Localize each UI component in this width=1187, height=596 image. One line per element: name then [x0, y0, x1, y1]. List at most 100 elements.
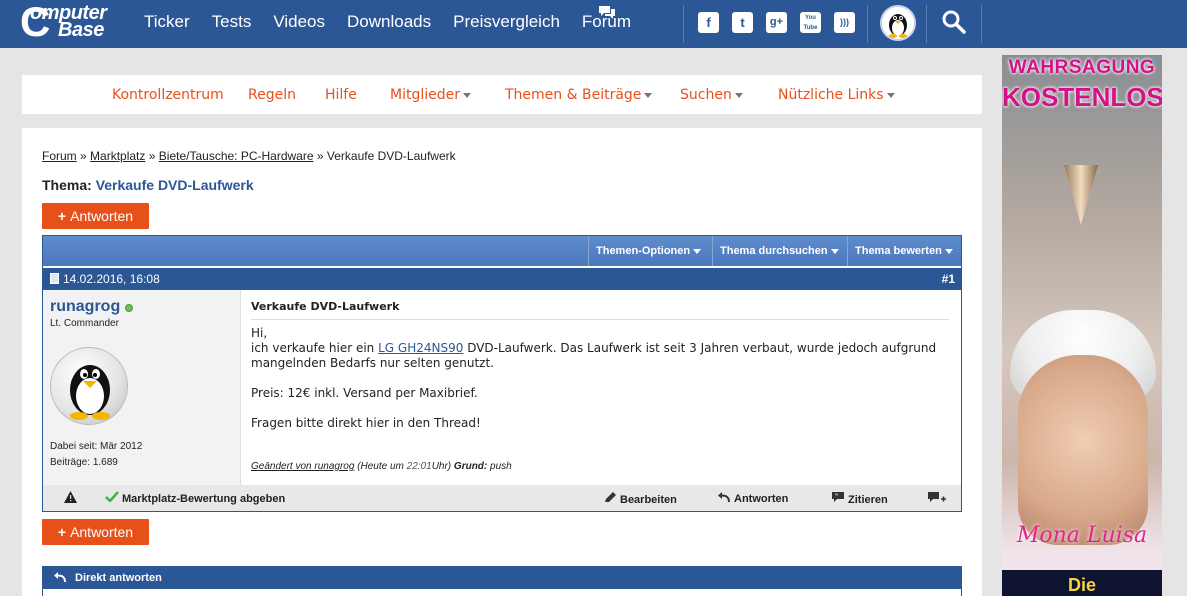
nav-videos[interactable]: Videos [273, 12, 325, 32]
post-header: 14.02.2016, 16:08 #1 [43, 268, 961, 290]
advertisement[interactable]: WAHRSAGUNG KOSTENLOS ✕ Mona Luisa Die [1002, 55, 1162, 596]
reply-arrow-icon [718, 492, 730, 502]
search-icon[interactable] [941, 9, 967, 35]
svg-text:": " [835, 493, 838, 500]
checkmark-icon [105, 491, 119, 502]
breadcrumb-separator: » [148, 149, 156, 163]
reply-button-top[interactable]: + Antworten [42, 203, 149, 229]
subnav-hilfe[interactable]: Hilfe [325, 87, 357, 103]
post-body: Verkaufe DVD-Laufwerk Hi, ich verkaufe h… [251, 290, 951, 485]
product-link[interactable]: LG GH24NS90 [378, 341, 463, 355]
header-divider [683, 5, 684, 43]
quick-reply-header[interactable]: Direkt antworten [43, 567, 961, 589]
edited-time-suffix: Uhr) [431, 461, 452, 472]
user-posts: Beiträge: 1.689 [50, 457, 118, 468]
edit-reason: push [490, 461, 512, 472]
breadcrumb-separator: » [316, 149, 324, 163]
computerbase-logo[interactable]: C omputer Base [20, 0, 122, 45]
plus-icon: + [57, 208, 67, 224]
online-status-icon [125, 304, 133, 312]
thread-rate-label: Thema bewerten [855, 245, 942, 257]
edit-label: Bearbeiten [620, 494, 677, 506]
reply-button-label: Antworten [70, 208, 134, 224]
post-number-link[interactable]: #1 [942, 268, 955, 290]
thread-search-label: Thema durchsuchen [720, 245, 828, 257]
pendulum-graphic [1064, 165, 1098, 225]
chevron-down-icon [734, 92, 743, 98]
post-questions: Fragen bitte direkt hier in den Thread! [251, 416, 481, 430]
thread-search-menu[interactable]: Thema durchsuchen [712, 236, 847, 266]
username-link[interactable]: runagrog [50, 298, 120, 316]
subnav-themen-label: Themen & Beiträge [505, 87, 642, 103]
edited-time: 22:01 [406, 461, 432, 472]
tux-icon [70, 365, 110, 420]
edited-time-prefix: (Heute um [357, 461, 404, 472]
user-avatar[interactable] [880, 5, 916, 41]
marketplace-rating-button[interactable]: Marktplatz-Bewertung abgeben [105, 491, 285, 505]
chevron-down-icon [463, 92, 471, 98]
header-divider [981, 5, 982, 43]
rating-label: Marktplatz-Bewertung abgeben [122, 493, 286, 505]
rss-icon[interactable]: ))) [834, 12, 855, 33]
document-icon [50, 273, 59, 284]
edit-reason-label: Grund: [453, 461, 488, 472]
thread-rate-menu[interactable]: Thema bewerten [847, 236, 961, 266]
nav-ticker[interactable]: Ticker [144, 12, 190, 32]
reply-post-button[interactable]: Antworten [717, 491, 788, 505]
thread-options-label: Themen-Optionen [596, 245, 691, 257]
google-plus-icon[interactable]: g+ [766, 12, 787, 33]
user-rank: Lt. Commander [50, 318, 119, 329]
chevron-down-icon [944, 248, 953, 254]
main-nav: Ticker Tests Videos Downloads Preisvergl… [144, 12, 653, 32]
quote-label: Zitieren [848, 494, 888, 506]
chevron-down-icon [886, 92, 895, 98]
nav-preisvergleich[interactable]: Preisvergleich [453, 12, 560, 32]
chevron-down-icon [644, 92, 653, 98]
report-button[interactable] [64, 491, 77, 506]
youtube-icon[interactable]: You Tube [800, 12, 821, 33]
thread-tools-bar: Themen-Optionen Thema durchsuchen Thema … [43, 236, 961, 266]
edit-note: Geändert von runagrog (Heute um 22:01Uhr… [251, 461, 512, 472]
reply-button-bottom[interactable]: + Antworten [42, 519, 149, 545]
chevron-down-icon [693, 248, 702, 254]
subnav-kontrollzentrum[interactable]: Kontrollzentrum [112, 87, 224, 103]
header-divider [926, 5, 927, 43]
facebook-icon[interactable]: f [698, 12, 719, 33]
tux-icon [889, 14, 907, 38]
main-content: Forum » Marktplatz » Biete/Tausche: PC-H… [22, 128, 982, 596]
subnav-mitglieder[interactable]: Mitglieder [390, 87, 471, 103]
logo-line2: Base [58, 19, 104, 41]
breadcrumb-current: Verkaufe DVD-Laufwerk [326, 149, 456, 163]
post-date: 14.02.2016, 16:08 [63, 272, 160, 286]
multiquote-icon [928, 492, 946, 502]
posts-value: 1.689 [92, 457, 118, 468]
post-text: ich verkaufe hier ein [251, 341, 379, 355]
breadcrumb-marktplatz[interactable]: Marktplatz [90, 149, 145, 163]
warning-icon [64, 491, 77, 503]
ad-choices-icon[interactable]: ✕ [1150, 57, 1160, 68]
ad-headline-2: KOSTENLOS [1002, 82, 1162, 112]
edit-button[interactable]: Bearbeiten [604, 491, 677, 506]
subnav-themen-beitraege[interactable]: Themen & Beiträge [505, 87, 653, 103]
breadcrumb-forum[interactable]: Forum [42, 149, 77, 163]
post-title: Verkaufe DVD-Laufwerk [251, 300, 949, 320]
twitter-icon[interactable]: t [732, 12, 753, 33]
subnav-regeln[interactable]: Regeln [248, 87, 296, 103]
forum-subnav: Kontrollzentrum Regeln Hilfe Mitglieder … [22, 75, 982, 114]
breadcrumb-separator: » [80, 149, 87, 163]
breadcrumb-biete-tausche[interactable]: Biete/Tausche: PC-Hardware [159, 149, 314, 163]
thread-heading: Thema: Verkaufe DVD-Laufwerk [42, 177, 254, 193]
subnav-suchen[interactable]: Suchen [680, 87, 743, 103]
thread-options-menu[interactable]: Themen-Optionen [588, 236, 712, 266]
thread-title: Verkaufe DVD-Laufwerk [95, 177, 254, 193]
user-avatar-large[interactable] [50, 347, 128, 425]
nav-tests[interactable]: Tests [212, 12, 252, 32]
ad-signature: Mona Luisa [1016, 523, 1148, 548]
multi-quote-button[interactable] [927, 491, 947, 508]
ad-bottom-banner: Die [1002, 570, 1162, 596]
quote-button[interactable]: " Zitieren [831, 491, 888, 506]
thread-label: Thema: [42, 177, 92, 193]
edited-by-link[interactable]: Geändert von runagrog [251, 461, 354, 472]
nav-downloads[interactable]: Downloads [347, 12, 431, 32]
subnav-nuetzliche-links[interactable]: Nützliche Links [778, 87, 895, 103]
